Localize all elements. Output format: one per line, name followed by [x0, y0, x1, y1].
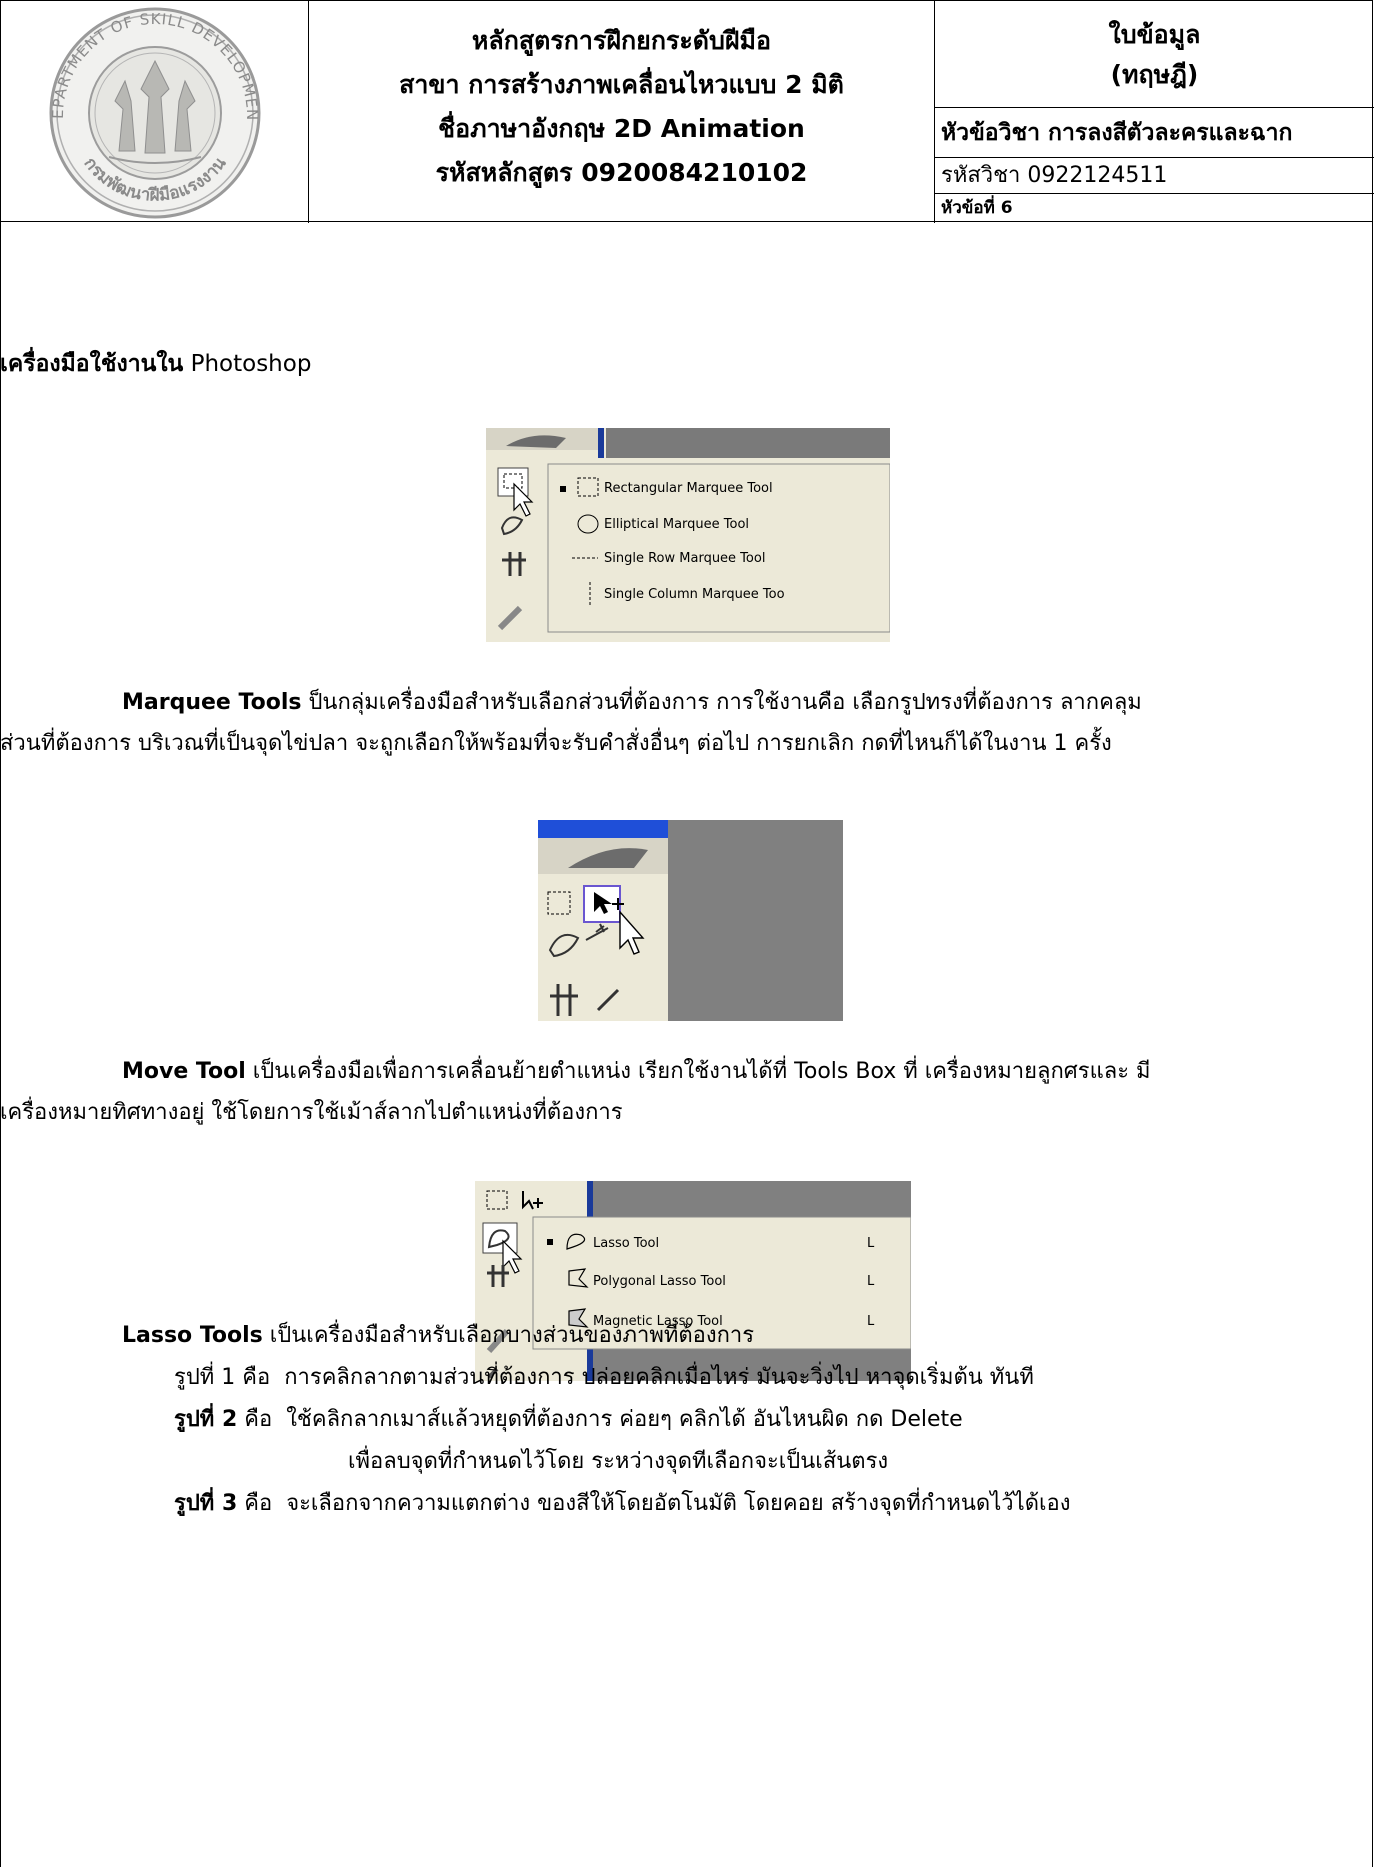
marquee-menu-item-elliptical: Elliptical Marquee Tool: [604, 517, 749, 532]
marquee-menu-item-rectangular: Rectangular Marquee Tool: [604, 481, 773, 496]
sheet-type-line-2: (ทฤษฎี): [1110, 60, 1199, 89]
move-tool-term: Move Tool: [122, 1059, 246, 1084]
lasso-figure-2-label: รูปที่ 2: [174, 1407, 238, 1432]
topic-number-cell: หัวข้อที่ 6: [941, 198, 1013, 218]
lasso-tools-term: Lasso Tools: [122, 1323, 263, 1348]
section-heading-rest: Photoshop: [183, 351, 312, 377]
lasso-tools-intro: เป็นเครื่องมือสำหรับเลือกบางส่วนของภาพที…: [262, 1323, 755, 1348]
lasso-menu-shortcut-2: L: [867, 1274, 875, 1289]
lasso-figure-2-line: รูปที่ 2 คือ ใช้คลิกลากเมาส์แล้วหยุดที่ต…: [122, 1399, 1070, 1441]
lasso-tools-description: Lasso Tools เป็นเครื่องมือสำหรับเลือกบาง…: [122, 1315, 1070, 1525]
section-heading-bold: เครื่องมือใช้งานใน: [0, 351, 184, 377]
subject-code-cell: รหัสวิชา 0922124511: [935, 158, 1374, 194]
lasso-menu-shortcut-1: L: [867, 1236, 875, 1251]
department-seal-logo: DEPARTMENT OF SKILL DEVELOPMENT กรมพัฒนา…: [0, 0, 261, 219]
lasso-figure-1-label: รูปที่ 1: [174, 1365, 236, 1390]
move-tool-text-2: เครื่องหมายทิศทางอยู่ ใช้โดยการใช้เม้าส์…: [0, 1100, 623, 1125]
section-heading: เครื่องมือใช้งานใน Photoshop: [0, 346, 311, 382]
lasso-figure-3-label: รูปที่ 3: [174, 1491, 238, 1516]
lasso-figure-3-word: คือ: [244, 1491, 273, 1516]
marquee-tools-screenshot: Rectangular Marquee Tool Elliptical Marq…: [486, 428, 891, 642]
lasso-figure-3-text: จะเลือกจากความแตกต่าง ของสีให้โดยอัตโนมั…: [286, 1491, 1071, 1516]
sheet-type-line-1: ใบข้อมูล: [1108, 20, 1201, 49]
marquee-tools-term: Marquee Tools: [122, 690, 302, 715]
marquee-tools-text-1: ป็นกลุ่มเครื่องมือสำหรับเลือกส่วนที่ต้อง…: [301, 690, 1142, 715]
lasso-figure-1-text: การคลิกลากตามส่วนที่ต้องการ ปล่อยคลิกเมื…: [284, 1365, 1034, 1390]
sheet-type-cell: ใบข้อมูล (ทฤษฎี): [935, 1, 1374, 108]
document-header-table: DEPARTMENT OF SKILL DEVELOPMENT กรมพัฒนา…: [0, 0, 1374, 223]
lasso-figure-2-text: ใช้คลิกลากเมาส์แล้วหยุดที่ต้องการ ค่อยๆ …: [286, 1407, 963, 1432]
marquee-tools-text-2: ส่วนที่ต้องการ บริเวณที่เป็นจุดไข่ปลา จะ…: [0, 731, 1112, 756]
marquee-menu-item-single-row: Single Row Marquee Tool: [604, 551, 765, 566]
course-title-line-4: รหัสหลักสูตร 0920084210102: [435, 158, 808, 187]
marquee-tools-paragraph: Marquee Tools ป็นกลุ่มเครื่องมือสำหรับเล…: [0, 682, 1373, 764]
move-tool-text-1: เป็นเครื่องมือเพื่อการเคลื่อนย้ายตำแหน่ง…: [245, 1059, 1151, 1084]
lasso-figure-2-continuation: เพื่อลบจุดที่กำหนดไว้โดย ระหว่างจุดทีเลื…: [348, 1449, 889, 1474]
lasso-figure-3-line: รูปที่ 3 คือ จะเลือกจากความแตกต่าง ของสี…: [122, 1483, 1070, 1525]
lasso-figure-2-word: คือ: [244, 1407, 273, 1432]
course-title-line-3: ชื่อภาษาอังกฤษ 2D Animation: [438, 114, 805, 143]
subject-cell: หัวข้อวิชา การลงสีตัวละครและฉาก: [935, 108, 1374, 158]
course-title-cell: หลักสูตรการฝึกยกระดับฝีมือ สาขา การสร้าง…: [309, 1, 935, 223]
lasso-figure-1-word: คือ: [242, 1365, 271, 1390]
marquee-menu-item-single-column: Single Column Marquee Too: [604, 587, 785, 602]
lasso-figure-1-line: รูปที่ 1 คือ การคลิกลากตามส่วนที่ต้องการ…: [122, 1357, 1070, 1399]
course-title-line-2: สาขา การสร้างภาพเคลื่อนไหวแบบ 2 มิติ: [399, 70, 844, 99]
logo-cell: DEPARTMENT OF SKILL DEVELOPMENT กรมพัฒนา…: [0, 0, 309, 223]
move-tool-paragraph: Move Tool เป็นเครื่องมือเพื่อการเคลื่อนย…: [0, 1051, 1373, 1133]
lasso-menu-item-polygonal: Polygonal Lasso Tool: [593, 1274, 726, 1289]
course-title-line-1: หลักสูตรการฝึกยกระดับฝีมือ: [471, 26, 772, 55]
move-tool-screenshot: [538, 820, 843, 1021]
lasso-menu-item-lasso: Lasso Tool: [593, 1236, 659, 1251]
